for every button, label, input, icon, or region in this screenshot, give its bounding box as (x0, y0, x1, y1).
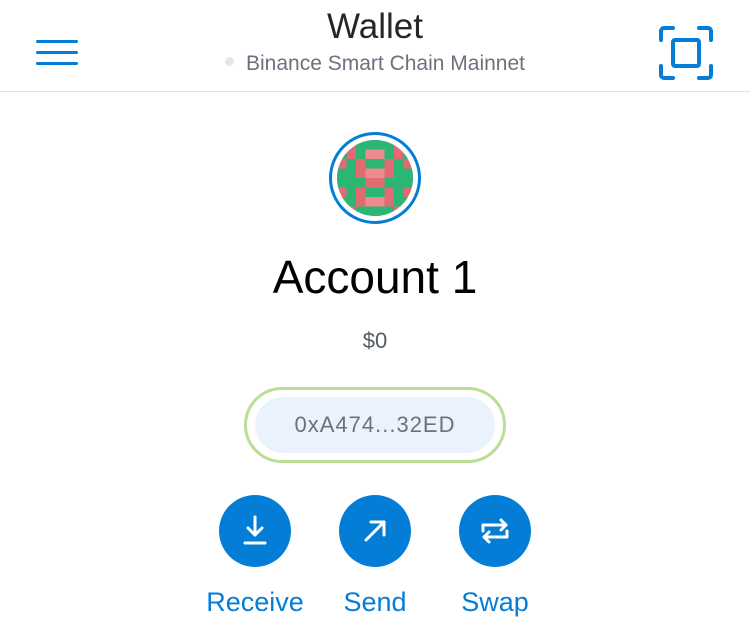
identicon-image (337, 140, 413, 216)
wallet-screen: Wallet Binance Smart Chain Mainnet Accou… (0, 0, 750, 631)
qr-scan-icon[interactable] (658, 26, 714, 80)
receive-button[interactable]: Receive (185, 495, 325, 619)
network-selector[interactable]: Binance Smart Chain Mainnet (0, 50, 750, 78)
network-name: Binance Smart Chain Mainnet (246, 52, 525, 75)
account-avatar[interactable] (329, 132, 421, 224)
header: Wallet Binance Smart Chain Mainnet (0, 0, 750, 92)
account-name[interactable]: Account 1 (0, 248, 750, 306)
send-button-circle[interactable] (339, 495, 411, 567)
copy-address-button[interactable]: 0xA474...32ED (244, 387, 506, 463)
page-title: Wallet (327, 7, 423, 46)
receive-button-circle[interactable] (219, 495, 291, 567)
account-balance: $0 (362, 328, 388, 353)
swap-label: Swap (461, 587, 529, 617)
swap-button-circle[interactable] (459, 495, 531, 567)
arrow-up-right-icon (364, 520, 386, 542)
network-status-dot (225, 56, 234, 66)
send-label: Send (343, 587, 407, 617)
account-address: 0xA474...32ED (255, 397, 495, 453)
receive-label: Receive (206, 587, 304, 617)
download-icon (243, 515, 267, 545)
send-button[interactable]: Send (305, 495, 445, 619)
swap-button[interactable]: Swap (425, 495, 565, 619)
swap-arrows-icon (481, 518, 509, 544)
